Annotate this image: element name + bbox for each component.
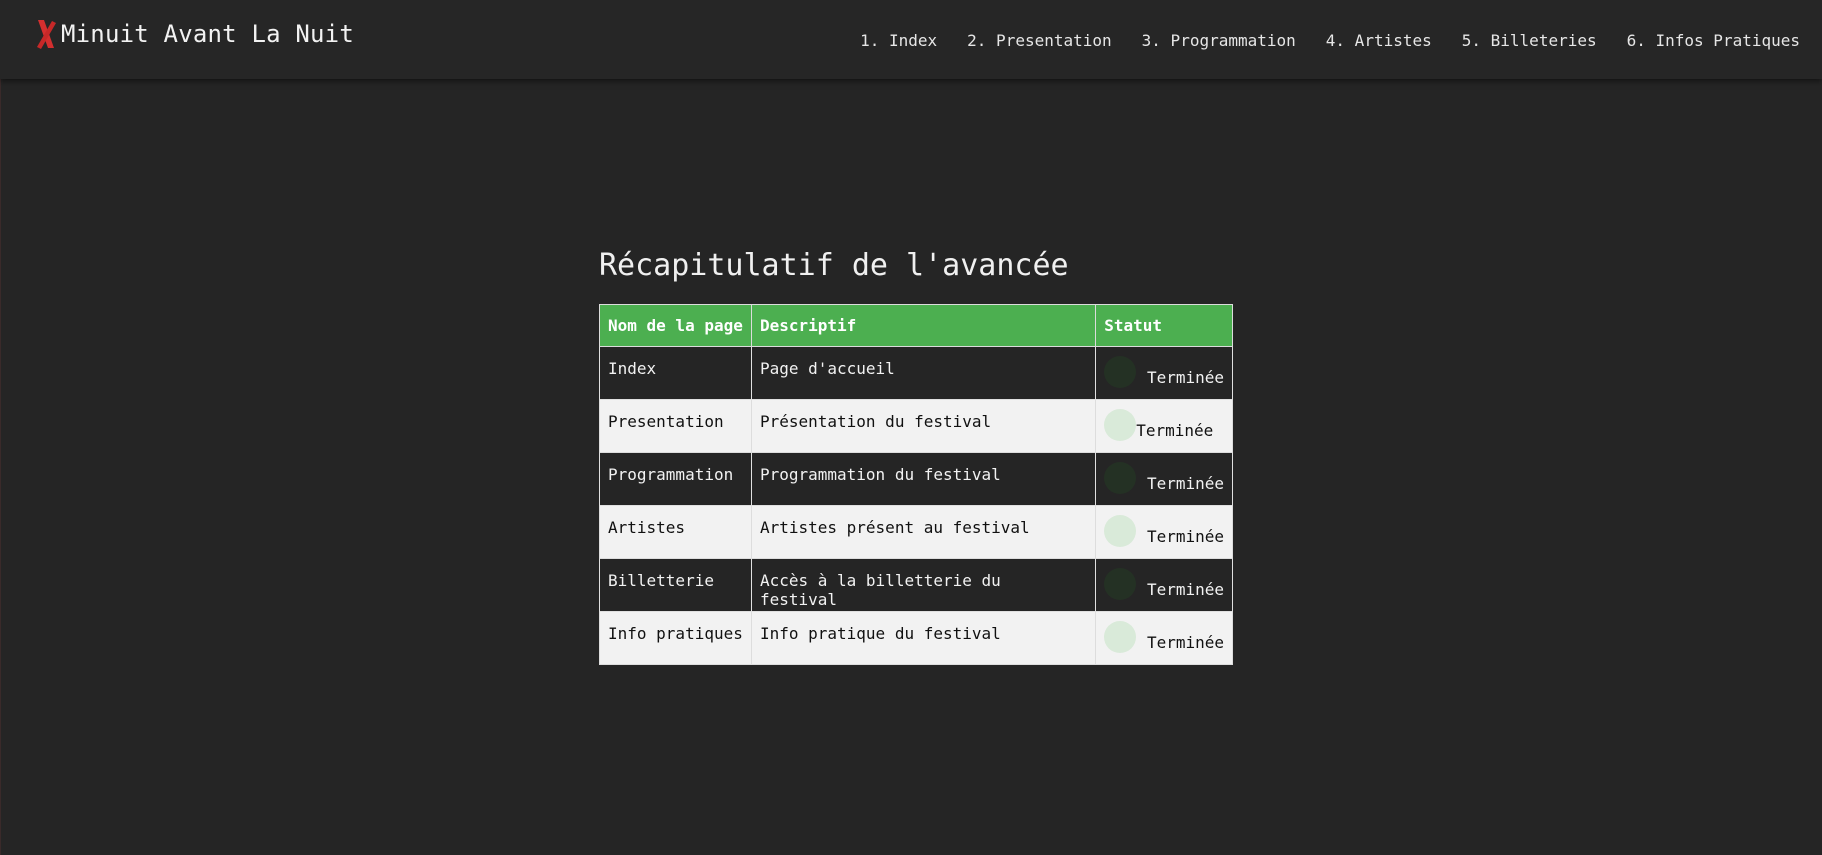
red-x-icon: [34, 18, 58, 50]
page-name-cell: Artistes: [599, 505, 752, 559]
table-row: Index Page d'accueil Terminée: [599, 346, 1233, 400]
main-nav: 1. Index 2. Presentation 3. Programmatio…: [860, 31, 1800, 50]
status-indicator-icon: [1104, 515, 1137, 547]
brand-name: Minuit Avant La Nuit: [61, 20, 354, 48]
progress-table: Nom de la page Descriptif Statut Index P…: [599, 304, 1233, 665]
status-indicator-icon: [1104, 462, 1137, 494]
nav-link-index[interactable]: 1. Index: [860, 31, 937, 50]
status-indicator-icon: [1104, 621, 1137, 653]
page-name: Presentation: [608, 412, 724, 431]
description: Artistes présent au festival: [759, 518, 1030, 537]
description-cell: Accès à la billetterie du festival: [750, 558, 1097, 612]
status-text: Terminée: [1146, 580, 1224, 599]
status-text: Terminée: [1146, 633, 1224, 652]
page-name-cell: Programmation: [599, 452, 752, 506]
page-title: Récapitulatif de l'avancée: [599, 248, 1069, 283]
status-cell: Terminée: [1095, 452, 1233, 506]
table-row: Billetterie Accès à la billetterie du fe…: [599, 558, 1233, 612]
table-row: Presentation Présentation du festival Te…: [599, 399, 1233, 453]
page-left-edge: [0, 0, 1, 855]
table-row: Programmation Programmation du festival …: [599, 452, 1233, 506]
nav-link-infos-pratiques[interactable]: 6. Infos Pratiques: [1627, 31, 1800, 50]
status-cell: Terminée: [1095, 346, 1233, 400]
status-text: Terminée: [1146, 368, 1224, 387]
column-header-description: Descriptif: [750, 304, 1097, 347]
page-name-cell: Info pratiques: [599, 611, 752, 665]
status-text: Terminée: [1146, 527, 1224, 546]
nav-link-billeteries[interactable]: 5. Billeteries: [1462, 31, 1597, 50]
status-indicator-icon: [1104, 568, 1137, 600]
table-row: Artistes Artistes présent au festival Te…: [599, 505, 1233, 559]
description-cell: Info pratique du festival: [750, 611, 1097, 665]
description-cell: Programmation du festival: [750, 452, 1097, 506]
nav-link-presentation[interactable]: 2. Presentation: [967, 31, 1112, 50]
description: Info pratique du festival: [759, 624, 1001, 643]
description: Présentation du festival: [759, 412, 992, 431]
brand[interactable]: Minuit Avant La Nuit: [34, 18, 354, 50]
status-indicator-icon: [1104, 409, 1137, 441]
page-name: Programmation: [608, 465, 734, 484]
description: Programmation du festival: [759, 465, 1001, 484]
description-cell: Artistes présent au festival: [750, 505, 1097, 559]
page-name: Artistes: [608, 518, 686, 537]
progress-summary-section: Récapitulatif de l'avancée Nom de la pag…: [599, 248, 1234, 665]
description: Page d'accueil: [759, 359, 895, 378]
top-navbar: Minuit Avant La Nuit 1. Index 2. Present…: [0, 0, 1822, 79]
status-cell: Terminée: [1095, 505, 1233, 559]
status-indicator-icon: [1104, 356, 1137, 388]
nav-link-artistes[interactable]: 4. Artistes: [1326, 31, 1432, 50]
table-row: Info pratiques Info pratique du festival…: [599, 611, 1233, 665]
status-cell: Terminée: [1095, 399, 1233, 453]
page-name-cell: Presentation: [599, 399, 752, 453]
page-name: Index: [608, 359, 657, 378]
status-text: Terminée: [1136, 421, 1214, 440]
description-cell: Présentation du festival: [750, 399, 1097, 453]
description-cell: Page d'accueil: [750, 346, 1097, 400]
status-cell: Terminée: [1095, 558, 1233, 612]
column-header-page-name: Nom de la page: [599, 304, 752, 347]
nav-link-programmation[interactable]: 3. Programmation: [1142, 31, 1296, 50]
page-name: Info pratiques: [608, 624, 743, 643]
page-name-cell: Billetterie: [599, 558, 752, 612]
column-header-status: Statut: [1095, 304, 1233, 347]
page-name: Billetterie: [608, 571, 714, 590]
page-name-cell: Index: [599, 346, 752, 400]
status-cell: Terminée: [1095, 611, 1233, 665]
table-header-row: Nom de la page Descriptif Statut: [599, 304, 1233, 347]
description: Accès à la billetterie du festival: [759, 571, 1001, 609]
status-text: Terminée: [1146, 474, 1224, 493]
